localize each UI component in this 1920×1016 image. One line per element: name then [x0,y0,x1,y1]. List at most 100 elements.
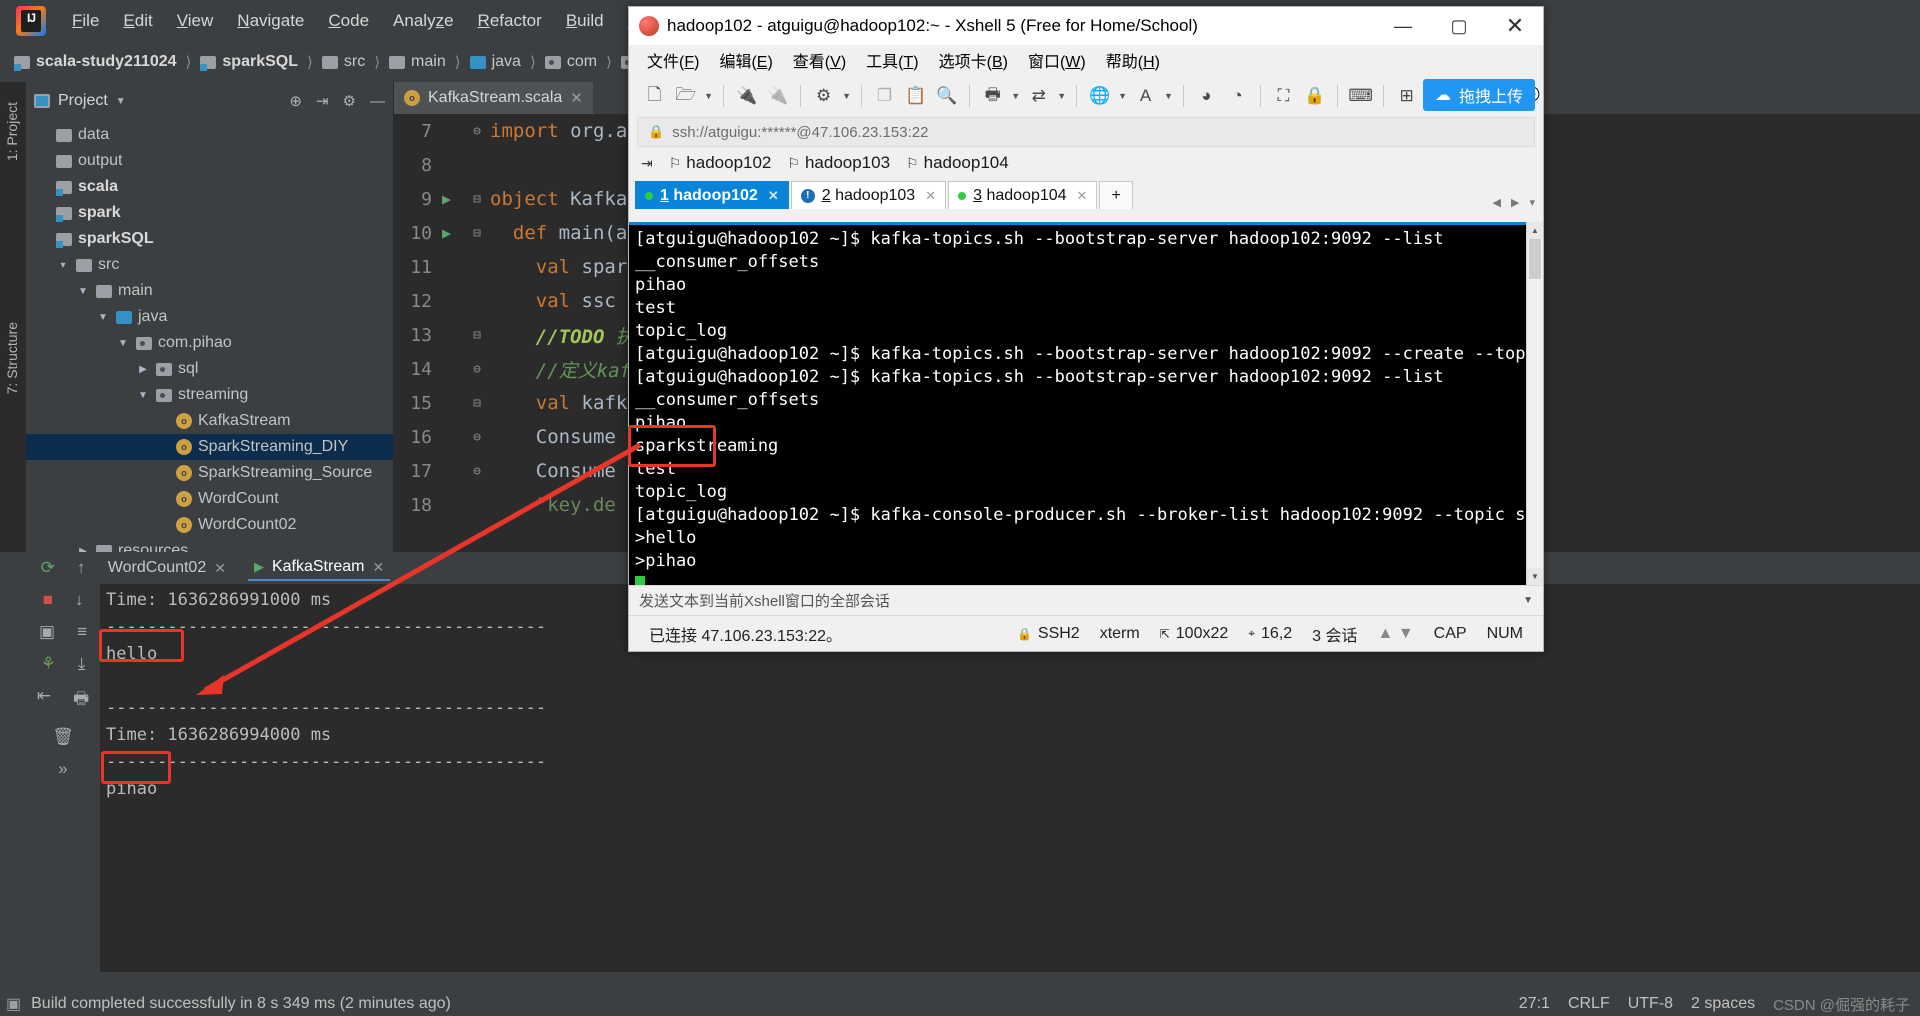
xshell-menu-help[interactable]: 帮助(H) [1098,46,1168,74]
menu-navigate[interactable]: Navigate [225,5,316,37]
terminal-scrollbar[interactable]: ▲ ▼ [1526,222,1543,585]
print-icon[interactable]: 🖶 [73,686,89,715]
breadcrumb-item-src[interactable]: src [318,51,369,73]
tree-node-wordcount[interactable]: o WordCount [26,486,393,512]
chevron-down-icon[interactable]: ▼ [116,338,130,349]
fold-toggle-icon[interactable]: ⊖ [464,430,490,445]
screenshot-icon[interactable]: ▣ [39,622,55,642]
chevron-down-icon[interactable]: ▼ [1117,91,1128,101]
trash-icon[interactable]: 🗑 [52,727,74,746]
tree-node-scala[interactable]: scala [26,174,393,200]
close-icon[interactable]: ✕ [925,188,936,204]
disconnect-icon[interactable]: 🔌 [764,81,791,111]
xshell-menu-view[interactable]: 查看(V) [785,46,854,74]
new-session-icon[interactable]: 🗋 [641,81,668,111]
xagent-icon[interactable]: ◔ [1224,81,1251,111]
status-indent[interactable]: 2 spaces [1691,995,1755,1013]
up-icon[interactable]: ↑ [77,558,86,578]
drag-upload-button[interactable]: ☁ 拖拽上传 [1422,79,1535,111]
chevron-down-icon[interactable]: ▼ [76,286,90,297]
status-nav-icons[interactable]: ▲ ▼ [1368,625,1424,643]
close-icon[interactable]: ✕ [1077,188,1088,204]
chevron-down-icon[interactable]: ▼ [1056,91,1067,101]
run-tab-kafkastream[interactable]: ▶ KafkaStream ✕ [247,555,391,581]
breadcrumb-item-module[interactable]: sparkSQL [196,51,302,73]
close-icon[interactable]: ✕ [768,188,779,204]
more-icon[interactable]: » [58,759,67,778]
tree-node-sql[interactable]: ▶ sql [26,356,393,382]
editor-tab-kafkastream[interactable]: o KafkaStream.scala ✕ [394,82,593,114]
close-icon[interactable]: ✕ [570,89,583,107]
export-icon[interactable]: ⇤ [37,686,51,715]
menu-code[interactable]: Code [316,5,381,37]
fold-toggle-icon[interactable]: ⊟ [464,396,490,411]
tree-node-java[interactable]: ▼ java [26,304,393,330]
send-to-all-sessions-bar[interactable]: 发送文本到当前Xshell窗口的全部会话 ▼ [629,585,1543,615]
fold-toggle-icon[interactable]: ⊖ [464,464,490,479]
fold-toggle-icon[interactable]: ⊟ [464,192,490,207]
tree-node-streaming[interactable]: ▼ streaming [26,382,393,408]
session-tab-hadoop102[interactable]: 1 hadoop102 ✕ [635,181,789,209]
tree-node-main[interactable]: ▼ main [26,278,393,304]
tool-window-structure-label[interactable]: 7: Structure [4,322,20,394]
tool-window-project-label[interactable]: 1: Project [4,102,20,161]
keyboard-icon[interactable]: ⌨ [1347,81,1374,111]
xshell-menu-tabs[interactable]: 选项卡(B) [931,46,1016,74]
breadcrumb-item-main[interactable]: main [385,51,450,73]
copy-icon[interactable]: ❐ [871,81,898,111]
scroll-up-icon[interactable]: ▲ [1527,222,1543,239]
globe-icon[interactable]: 🌐 [1086,81,1113,111]
status-line-separator[interactable]: CRLF [1568,995,1610,1013]
tabs-menu-icon[interactable]: ▾ [1529,196,1535,209]
bookmark-hadoop104[interactable]: ⚐ hadoop104 [906,153,1009,173]
xftp-icon[interactable]: ◕ [1193,81,1220,111]
breadcrumb-item-com[interactable]: com [541,51,601,73]
session-properties-icon[interactable]: ⚙ [810,81,837,111]
status-encoding[interactable]: UTF-8 [1628,995,1673,1013]
tree-node-wordcount02[interactable]: o WordCount02 [26,512,393,538]
locate-icon[interactable]: ⊕ [289,92,302,110]
tabs-scroll-right-icon[interactable]: ▶ [1511,196,1519,209]
xshell-window[interactable]: hadoop102 - atguigu@hadoop102:~ - Xshell… [628,6,1544,652]
tree-node-sparkstreaming-source[interactable]: o SparkStreaming_Source [26,460,393,486]
tree-node-sparkstreaming-diy[interactable]: o SparkStreaming_DIY [26,434,393,460]
close-button[interactable]: ✕ [1487,7,1543,45]
tree-node-com-pihao[interactable]: ▼ com.pihao [26,330,393,356]
fold-toggle-icon[interactable]: ⊟ [464,328,490,343]
run-gutter-icon[interactable]: ▶ [442,224,464,242]
xshell-menu-edit[interactable]: 编辑(E) [711,46,780,74]
tree-node-spark[interactable]: spark [26,200,393,226]
file-transfer-icon[interactable]: ⇄ [1025,81,1052,111]
xshell-menu-file[interactable]: 文件(F) [639,46,707,74]
fold-toggle-icon[interactable]: ⊖ [464,124,490,139]
breadcrumb-item-java[interactable]: java [466,51,525,73]
project-tree[interactable]: data output scala spark sparkSQL ▾ src ▼ main ▼ ja… [26,120,393,590]
scroll-end-icon[interactable]: ⤓ [78,654,86,674]
filter-icon[interactable]: ⚘ [41,654,56,674]
maximize-button[interactable]: ▢ [1431,7,1487,45]
tree-node-src[interactable]: ▾ src [26,252,393,278]
tabs-scroll-left-icon[interactable]: ◀ [1493,196,1501,209]
tree-node-kafkastream[interactable]: o KafkaStream [26,408,393,434]
bookmark-hadoop102[interactable]: ⚐ hadoop102 [669,153,772,173]
print-icon[interactable]: 🖶 [979,81,1006,111]
tree-node-output[interactable]: output [26,148,393,174]
hide-icon[interactable]: — [370,93,385,110]
rerun-icon[interactable]: ⟳ [41,558,55,578]
add-icon[interactable]: ⊞ [1393,81,1420,111]
lock-icon[interactable]: 🔒 [1301,81,1328,111]
fold-toggle-icon[interactable]: ⊖ [464,362,490,377]
paste-icon[interactable]: 📋 [902,81,929,111]
close-icon[interactable]: ✕ [372,559,384,576]
chevron-down-icon[interactable]: ▼ [136,390,150,401]
run-tab-wordcount02[interactable]: ▶ WordCount02 ✕ [84,556,232,580]
fold-toggle-icon[interactable]: ⊟ [464,226,490,241]
status-caret-position[interactable]: 27:1 [1519,995,1550,1013]
xshell-address-bar[interactable]: 🔒 ssh://atguigu:******@47.106.23.153:22 [637,117,1535,147]
menu-refactor[interactable]: Refactor [466,5,554,37]
scroll-down-icon[interactable]: ▼ [1527,568,1543,585]
chevron-down-icon[interactable]: ▾ [56,260,70,271]
xshell-menu-window[interactable]: 窗口(W) [1020,46,1094,74]
open-session-icon[interactable]: ⇥ [641,155,653,172]
run-gutter-icon[interactable]: ▶ [442,190,464,208]
